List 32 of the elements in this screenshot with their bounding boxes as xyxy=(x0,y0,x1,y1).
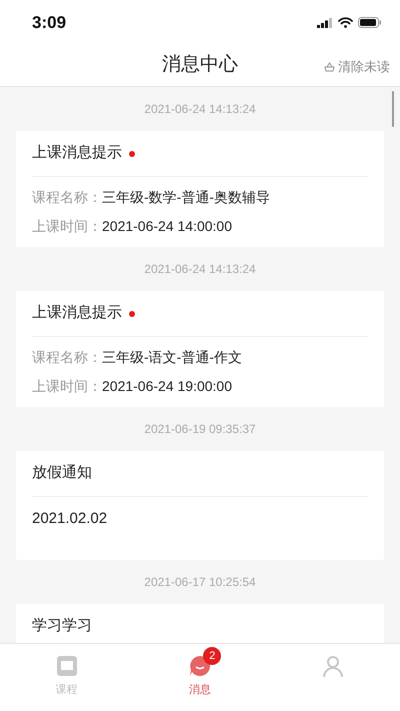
status-time: 3:09 xyxy=(32,12,66,34)
field-label: 上课时间： xyxy=(32,377,102,396)
message-title: 上课消息提示 xyxy=(32,303,122,324)
signal-icon xyxy=(317,18,333,28)
clear-unread-button[interactable]: 清除未读 xyxy=(324,57,390,76)
tab[interactable]: 消息 2 xyxy=(133,644,267,711)
scrollbar xyxy=(392,91,394,127)
field-value: 2021-06-24 14:00:00 xyxy=(102,217,232,236)
field-value: 三年级-数学-普通-奥数辅导 xyxy=(102,188,270,207)
message-card[interactable]: 学习学习 xyxy=(16,604,384,643)
field-label: 上课时间： xyxy=(32,217,102,236)
unread-count-badge: 2 xyxy=(203,647,222,665)
message-timestamp: 2021-06-19 09:35:37 xyxy=(143,421,257,438)
wifi-icon xyxy=(338,17,353,28)
field-label: 课程名称： xyxy=(32,348,102,367)
message-timestamp: 2021-06-24 14:13:24 xyxy=(143,101,257,118)
message-card[interactable]: 放假通知 2021.02.02 xyxy=(16,451,384,560)
battery-icon xyxy=(358,17,382,28)
message-timestamp: 2021-06-17 10:25:54 xyxy=(143,574,257,591)
message-title: 上课消息提示 xyxy=(32,143,122,164)
message-title: 学习学习 xyxy=(32,616,92,636)
field-value: 2021-06-24 19:00:00 xyxy=(102,377,232,396)
message-timestamp: 2021-06-24 14:13:24 xyxy=(143,261,257,278)
message-card[interactable]: 上课消息提示 课程名称：三年级-语文-普通-作文 上课时间：2021-06-24 19:00:00 xyxy=(16,291,384,407)
page-title: 消息中心 xyxy=(162,53,238,78)
field-value: 三年级-语文-普通-作文 xyxy=(102,348,242,367)
message-body: 2021.02.02 xyxy=(32,510,108,527)
message-card[interactable]: 上课消息提示 课程名称：三年级-数学-普通-奥数辅导 上课时间：2021-06-24 14:00:00 xyxy=(16,131,384,247)
person-icon xyxy=(321,654,346,678)
message-title: 放假通知 xyxy=(32,463,92,484)
field-label: 课程名称： xyxy=(32,188,102,207)
book-icon xyxy=(54,654,79,678)
